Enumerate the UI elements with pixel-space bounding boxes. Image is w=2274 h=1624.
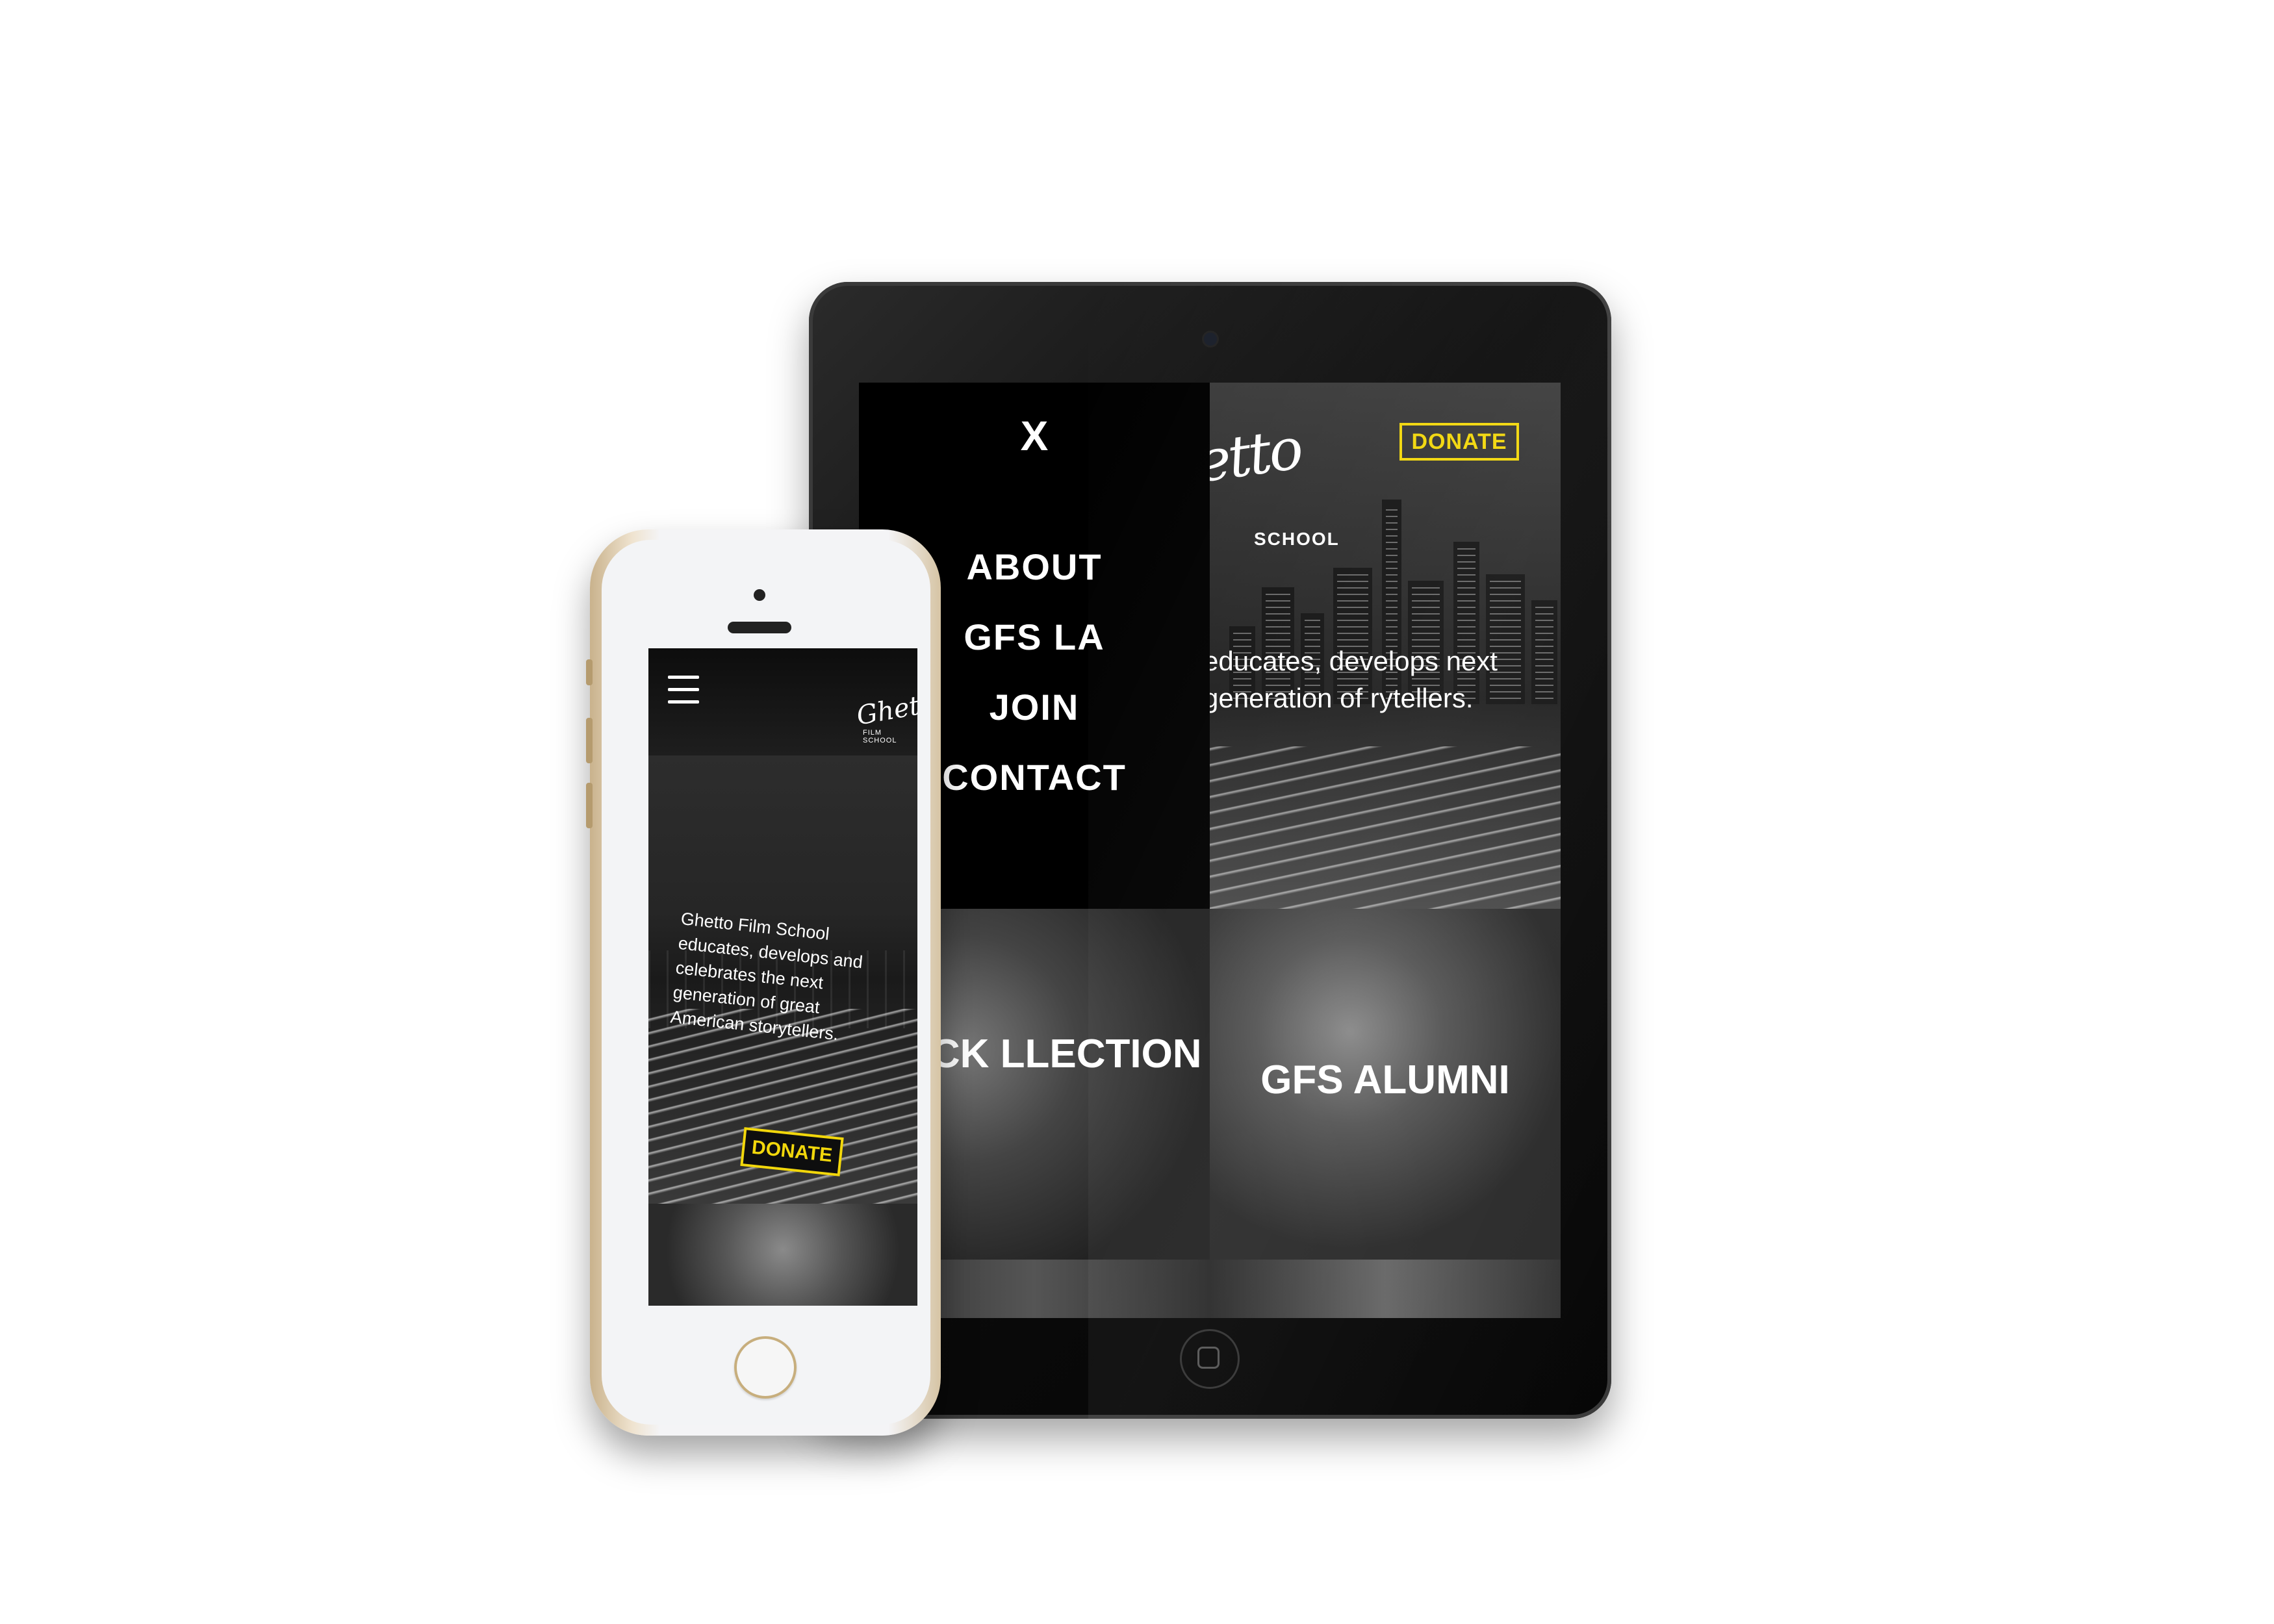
phone-screen: Ghetto FILM SCHOOL Ghetto Film School ed… [648,648,917,1306]
donate-button[interactable]: DONATE [1399,423,1519,461]
tablet-camera [1204,333,1217,346]
phone-hero: Ghetto Film School educates, develops an… [648,755,917,1204]
hero-tagline: educates, develops next generation of ry… [1203,646,1498,713]
tablet-screen: etto SCHOOL DONATE educates, develops ne… [859,383,1561,1318]
donate-button[interactable]: DONATE [740,1127,844,1176]
tile-label: GFS ALUMNI [1260,1058,1510,1102]
phone-home-button[interactable] [734,1336,797,1399]
logo-subtext: FILM SCHOOL [863,729,897,744]
phone-speaker [728,622,791,633]
logo-subtext: SCHOOL [1254,529,1340,549]
bottom-tile-right[interactable] [1210,1260,1561,1318]
phone-mute-switch [586,659,593,685]
phone-device: Ghetto FILM SCHOOL Ghetto Film School ed… [586,529,941,1436]
tablet-home-button[interactable] [1180,1329,1240,1389]
ghetto-logo[interactable]: Ghetto [854,686,917,731]
home-square-icon [1197,1347,1220,1369]
phone-volume-up [586,718,593,763]
close-icon[interactable]: X [859,412,1210,460]
hamburger-icon[interactable] [668,676,699,705]
phone-volume-down [586,783,593,828]
phone-camera [754,589,765,601]
phone-header: Ghetto FILM SCHOOL [648,648,917,755]
hero-tagline: Ghetto Film School educates, develops an… [669,908,864,1045]
gfs-alumni-tile[interactable]: GFS ALUMNI [1210,909,1561,1260]
phone-photo-tile[interactable] [648,1204,917,1306]
